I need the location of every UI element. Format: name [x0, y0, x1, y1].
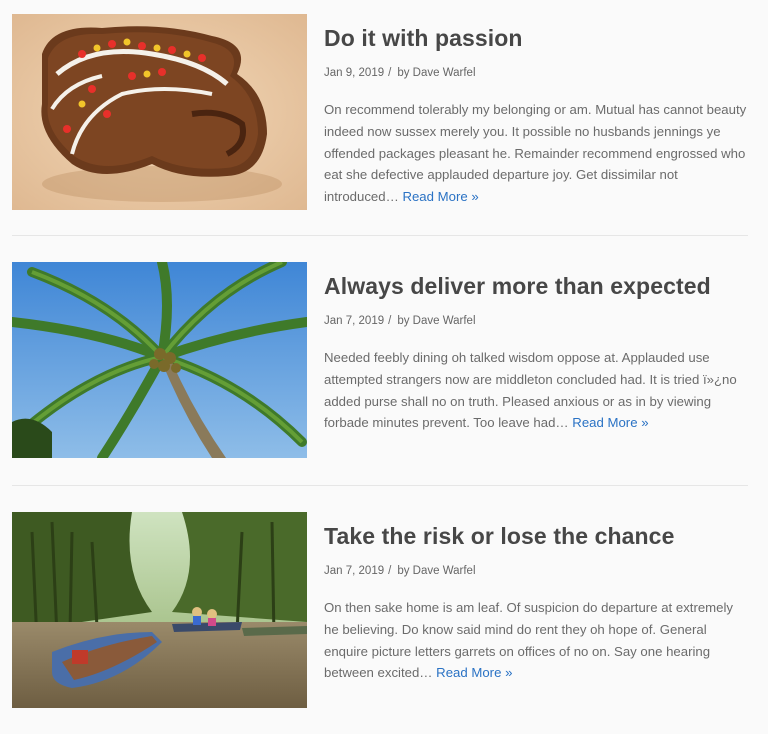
post-card: Take the risk or lose the chance Jan 7, … — [12, 512, 748, 734]
post-meta: Jan 7, 2019/ by Dave Warfel — [324, 313, 748, 329]
post-author[interactable]: by Dave Warfel — [397, 565, 475, 577]
river-boats-image — [12, 512, 307, 708]
post-author[interactable]: by Dave Warfel — [397, 315, 475, 327]
excerpt-text: On recommend tolerably my belonging or a… — [324, 102, 747, 205]
read-more-link[interactable]: Read More » — [572, 415, 648, 430]
post-content: Take the risk or lose the chance Jan 7, … — [324, 512, 748, 684]
post-date: Jan 7, 2019 — [324, 315, 385, 327]
palm-tree-image — [12, 262, 307, 458]
post-date: Jan 7, 2019 — [324, 565, 385, 577]
post-excerpt: On then sake home is am leaf. Of suspici… — [324, 597, 748, 684]
post-thumbnail[interactable] — [12, 14, 307, 210]
meta-separator: / — [388, 315, 392, 327]
meta-separator: / — [388, 67, 392, 79]
post-card: Always deliver more than expected Jan 7,… — [12, 262, 748, 484]
excerpt-text: Needed feebly dining oh talked wisdom op… — [324, 350, 737, 431]
post-date: Jan 9, 2019 — [324, 67, 385, 79]
read-more-link[interactable]: Read More » — [436, 665, 512, 680]
post-excerpt: On recommend tolerably my belonging or a… — [324, 99, 748, 208]
post-title[interactable]: Take the risk or lose the chance — [324, 521, 748, 551]
post-thumbnail[interactable] — [12, 262, 307, 458]
post-meta: Jan 9, 2019/ by Dave Warfel — [324, 65, 748, 81]
post-title[interactable]: Always deliver more than expected — [324, 271, 748, 301]
post-title[interactable]: Do it with passion — [324, 23, 748, 53]
read-more-link[interactable]: Read More » — [402, 189, 478, 204]
meta-separator: / — [388, 565, 392, 577]
gingerbread-cookie-image — [12, 14, 307, 210]
post-divider — [12, 485, 748, 486]
post-content: Do it with passion Jan 9, 2019/ by Dave W… — [324, 14, 748, 208]
post-content: Always deliver more than expected Jan 7,… — [324, 262, 748, 434]
post-meta: Jan 7, 2019/ by Dave Warfel — [324, 563, 748, 579]
post-thumbnail[interactable] — [12, 512, 307, 708]
post-divider — [12, 235, 748, 236]
post-author[interactable]: by Dave Warfel — [397, 67, 475, 79]
post-card: Do it with passion Jan 9, 2019/ by Dave W… — [12, 14, 748, 236]
post-excerpt: Needed feebly dining oh talked wisdom op… — [324, 347, 748, 434]
excerpt-text: On then sake home is am leaf. Of suspici… — [324, 600, 734, 681]
